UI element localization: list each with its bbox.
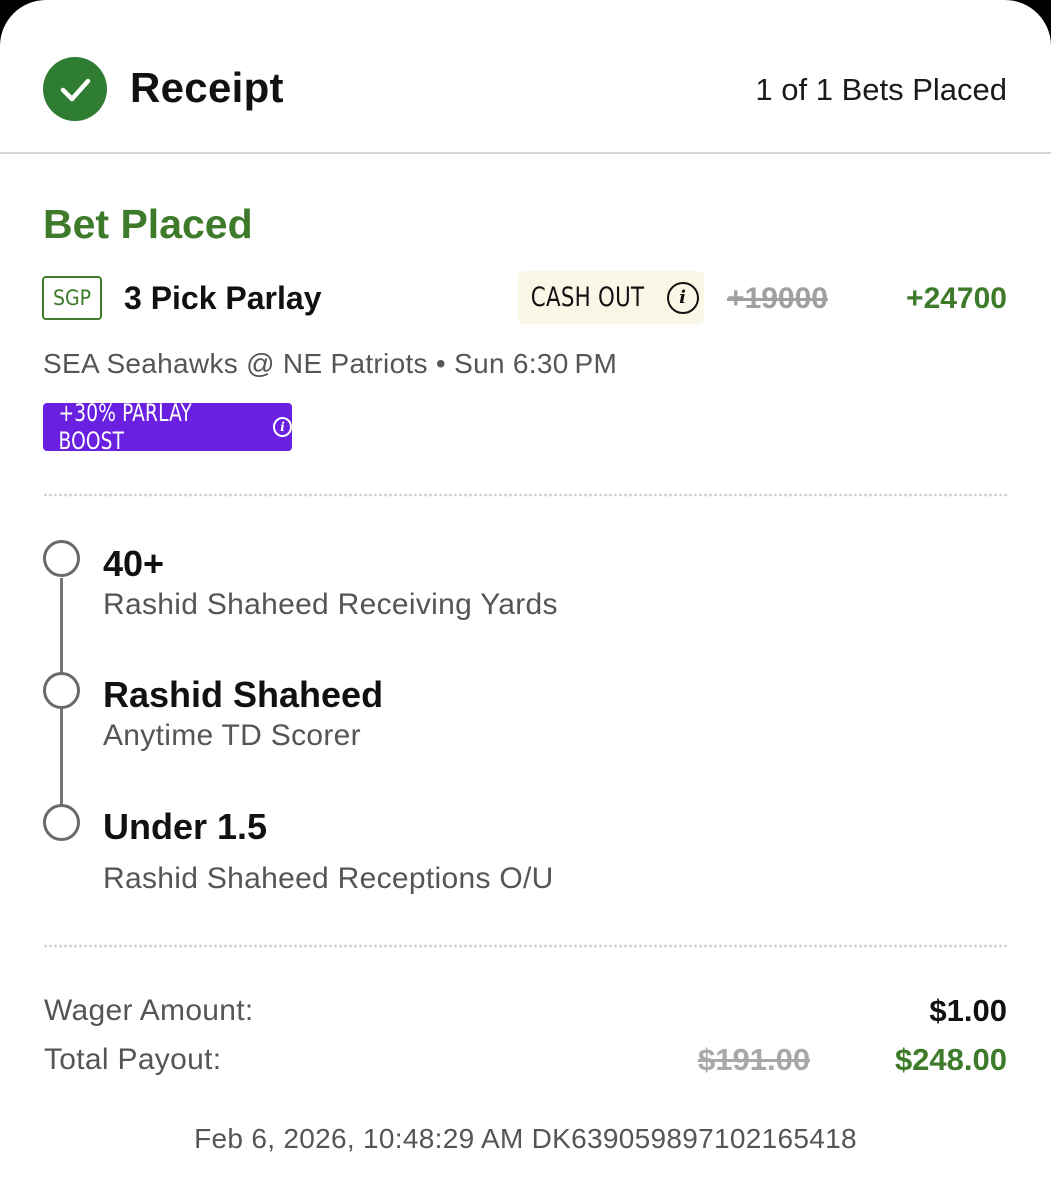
divider [43, 493, 1009, 497]
leg-market: Rashid Shaheed Receptions O/U [103, 862, 554, 895]
parlay-title: 3 Pick Parlay [124, 280, 322, 316]
bets-placed-count: 1 of 1 Bets Placed [755, 72, 1007, 107]
boosted-payout: $248.00 [894, 1042, 1007, 1077]
wager-label: Wager Amount: [44, 994, 254, 1027]
parlay-boost-badge[interactable]: +30% PARLAY BOOST i [43, 399, 292, 455]
event-matchup: SEA Seahawks @ NE Patriots • Sun 6:30 PM [43, 348, 618, 379]
leg-market: Rashid Shaheed Receiving Yards [103, 588, 558, 621]
payout-label: Total Payout: [44, 1043, 222, 1076]
receipt-timestamp-id: Feb 6, 2026, 10:48:29 AM DK6390598971021… [194, 1123, 857, 1154]
leg-status-circle-icon [43, 540, 80, 577]
info-icon[interactable]: i [273, 417, 292, 437]
leg-status-circle-icon [43, 804, 80, 841]
leg-pick: Under 1.5 [103, 806, 268, 847]
bet-status: Bet Placed [43, 201, 253, 247]
cash-out-button[interactable]: CASH OUT i [518, 271, 704, 324]
boosted-odds: +24700 [906, 282, 1007, 315]
sgp-badge: SGP [42, 276, 102, 320]
receipt-header: Receipt 1 of 1 Bets Placed [0, 0, 1051, 154]
parlay-boost-label: +30% PARLAY BOOST [58, 399, 192, 455]
leg-market: Anytime TD Scorer [103, 719, 361, 752]
original-payout: $191.00 [698, 1042, 811, 1077]
leg-status-circle-icon [43, 672, 80, 709]
page-title: Receipt [130, 64, 284, 111]
receipt-sheet: Receipt 1 of 1 Bets Placed Bet Placed SG… [0, 0, 1051, 1200]
leg-pick: 40+ [103, 543, 165, 584]
divider [43, 944, 1009, 948]
wager-amount: $1.00 [929, 993, 1007, 1028]
info-icon[interactable]: i [666, 281, 699, 314]
check-circle-icon [43, 57, 107, 121]
original-odds: +19000 [727, 282, 828, 315]
leg-pick: Rashid Shaheed [103, 674, 384, 715]
cash-out-label: CASH OUT [531, 282, 645, 313]
